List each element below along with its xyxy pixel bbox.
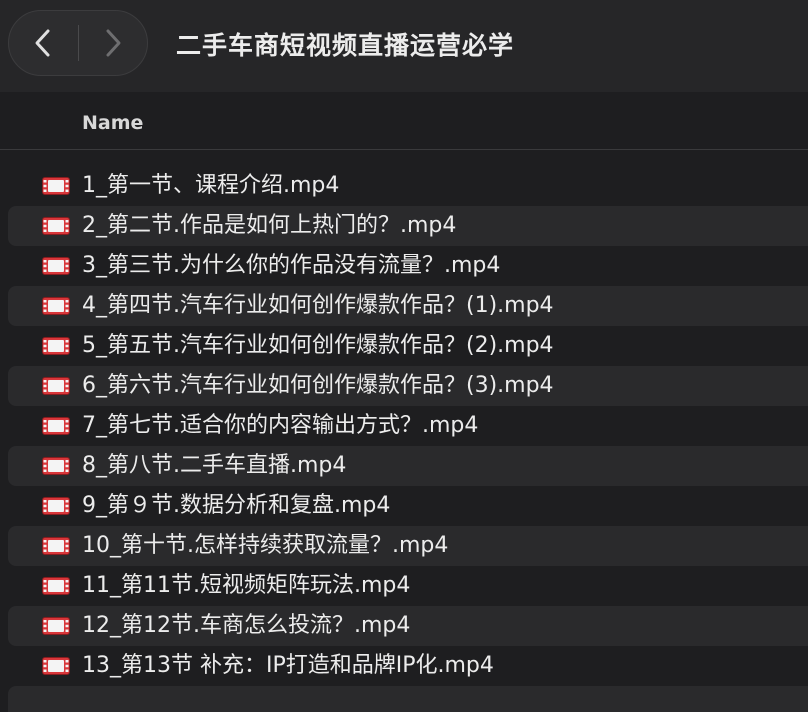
file-row[interactable]: 5_第五节.汽车行业如何创作爆款作品？(2).mp4 bbox=[0, 326, 808, 366]
file-name: 11_第11节.短视频矩阵玩法.mp4 bbox=[82, 573, 411, 598]
file-row[interactable]: 9_第９节.数据分析和复盘.mp4 bbox=[0, 486, 808, 526]
toolbar: 二手车商短视频直播运营必学 bbox=[0, 0, 808, 92]
file-row[interactable]: 13_第13节 补充：IP打造和品牌IP化.mp4 bbox=[0, 646, 808, 686]
file-row[interactable]: 12_第12节.车商怎么投流？.mp4 bbox=[0, 606, 808, 646]
video-file-icon bbox=[42, 457, 70, 475]
file-row[interactable]: 8_第八节.二手车直播.mp4 bbox=[0, 446, 808, 486]
file-name: 3_第三节.为什么你的作品没有流量？.mp4 bbox=[82, 253, 501, 278]
file-row[interactable]: 3_第三节.为什么你的作品没有流量？.mp4 bbox=[0, 246, 808, 286]
file-name: 6_第六节.汽车行业如何创作爆款作品？(3).mp4 bbox=[82, 373, 554, 398]
column-header-name[interactable]: Name bbox=[82, 112, 143, 134]
file-list: 1_第一节、课程介绍.mp4 2_第二节.作品是如何上热门的？.mp4 3_第三节.… bbox=[0, 166, 808, 686]
file-row[interactable]: 10_第十节.怎样持续获取流量？.mp4 bbox=[0, 526, 808, 566]
file-name: 1_第一节、课程介绍.mp4 bbox=[82, 173, 340, 198]
file-name: 13_第13节 补充：IP打造和品牌IP化.mp4 bbox=[82, 653, 494, 678]
video-file-icon bbox=[42, 417, 70, 435]
file-name: 5_第五节.汽车行业如何创作爆款作品？(2).mp4 bbox=[82, 333, 554, 358]
video-file-icon bbox=[42, 497, 70, 515]
file-name: 10_第十节.怎样持续获取流量？.mp4 bbox=[82, 533, 449, 558]
window-title: 二手车商短视频直播运营必学 bbox=[176, 31, 515, 60]
video-file-icon bbox=[42, 577, 70, 595]
chevron-right-icon bbox=[106, 29, 121, 57]
video-file-icon bbox=[42, 657, 70, 675]
video-file-icon bbox=[42, 297, 70, 315]
file-row[interactable]: 6_第六节.汽车行业如何创作爆款作品？(3).mp4 bbox=[0, 366, 808, 406]
forward-button[interactable] bbox=[79, 11, 147, 75]
video-file-icon bbox=[42, 257, 70, 275]
back-button[interactable] bbox=[9, 11, 77, 75]
video-file-icon bbox=[42, 177, 70, 195]
file-name: 8_第八节.二手车直播.mp4 bbox=[82, 453, 347, 478]
file-name: 9_第９节.数据分析和复盘.mp4 bbox=[82, 493, 391, 518]
column-header: Name bbox=[0, 92, 808, 150]
finder-window: 二手车商短视频直播运营必学 Name 1_第一节、课程介绍.mp4 2_第二节.作… bbox=[0, 0, 808, 712]
file-row[interactable]: 11_第11节.短视频矩阵玩法.mp4 bbox=[0, 566, 808, 606]
file-name: 2_第二节.作品是如何上热门的？.mp4 bbox=[82, 213, 457, 238]
video-file-icon bbox=[42, 337, 70, 355]
video-file-icon bbox=[42, 617, 70, 635]
file-row[interactable]: 2_第二节.作品是如何上热门的？.mp4 bbox=[0, 206, 808, 246]
file-row[interactable]: 7_第七节.适合你的内容输出方式？.mp4 bbox=[0, 406, 808, 446]
file-name: 7_第七节.适合你的内容输出方式？.mp4 bbox=[82, 413, 479, 438]
file-row[interactable]: 1_第一节、课程介绍.mp4 bbox=[0, 166, 808, 206]
empty-row bbox=[8, 686, 808, 712]
file-row[interactable]: 4_第四节.汽车行业如何创作爆款作品？(1).mp4 bbox=[0, 286, 808, 326]
file-name: 12_第12节.车商怎么投流？.mp4 bbox=[82, 613, 411, 638]
chevron-left-icon bbox=[35, 29, 50, 57]
video-file-icon bbox=[42, 537, 70, 555]
video-file-icon bbox=[42, 217, 70, 235]
navigation-buttons bbox=[8, 10, 148, 76]
video-file-icon bbox=[42, 377, 70, 395]
file-name: 4_第四节.汽车行业如何创作爆款作品？(1).mp4 bbox=[82, 293, 554, 318]
